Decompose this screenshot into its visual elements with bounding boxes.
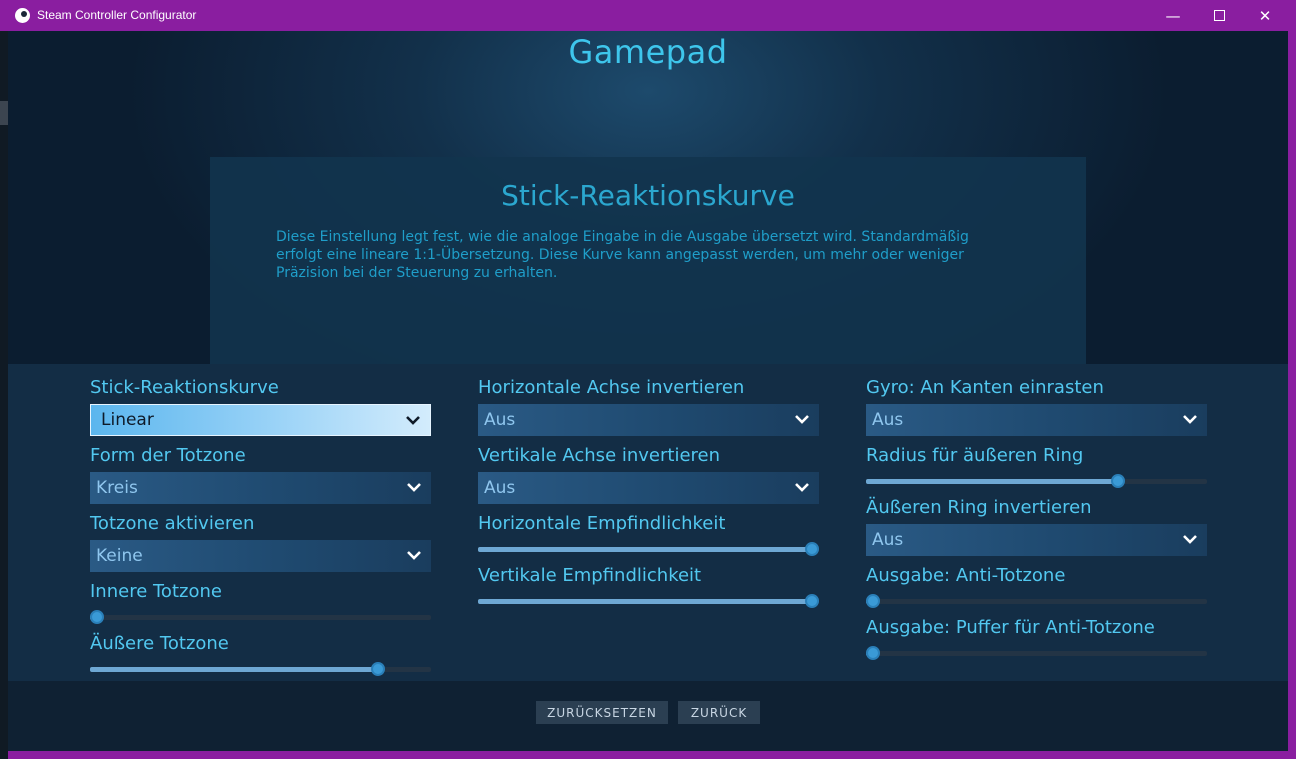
slider-fill bbox=[90, 667, 379, 672]
slider-fill bbox=[866, 479, 1119, 484]
slider-thumb[interactable] bbox=[866, 646, 880, 660]
steam-icon bbox=[15, 8, 30, 23]
gyro-snap-label: Gyro: An Kanten einrasten bbox=[866, 377, 1104, 398]
inner-deadzone-slider[interactable] bbox=[90, 610, 431, 624]
gyro-snap-value: Aus bbox=[872, 410, 904, 430]
reset-button[interactable]: ZURÜCKSETZEN bbox=[536, 701, 668, 724]
slider-thumb[interactable] bbox=[371, 662, 386, 676]
window-titlebar[interactable]: Steam Controller Configurator — ✕ bbox=[0, 0, 1296, 31]
outer-ring-radius-label: Radius für äußeren Ring bbox=[866, 445, 1084, 466]
close-button[interactable]: ✕ bbox=[1242, 0, 1288, 31]
slider-thumb[interactable] bbox=[866, 594, 880, 608]
anti-deadzone-slider[interactable] bbox=[866, 594, 1207, 608]
outer-ring-radius-slider[interactable] bbox=[866, 474, 1207, 488]
background-window-mark bbox=[0, 101, 8, 125]
inner-deadzone-label: Innere Totzone bbox=[90, 581, 222, 602]
deadzone-shape-label: Form der Totzone bbox=[90, 445, 246, 466]
response-curve-value: Linear bbox=[101, 410, 154, 430]
slider-thumb[interactable] bbox=[805, 594, 819, 608]
anti-deadzone-buffer-slider[interactable] bbox=[866, 646, 1207, 660]
chevron-down-icon bbox=[1183, 535, 1197, 544]
chevron-down-icon bbox=[795, 483, 809, 492]
info-panel: Stick-Reaktionskurve Diese Einstellung l… bbox=[210, 157, 1086, 364]
response-curve-label: Stick-Reaktionskurve bbox=[90, 377, 279, 398]
outer-deadzone-label: Äußere Totzone bbox=[90, 633, 229, 654]
background-window-corner bbox=[0, 751, 8, 759]
anti-deadzone-label: Ausgabe: Anti-Totzone bbox=[866, 565, 1066, 586]
response-curve-dropdown[interactable]: Linear bbox=[90, 404, 431, 436]
sensitivity-horizontal-label: Horizontale Empfindlichkeit bbox=[478, 513, 726, 534]
gyro-snap-dropdown[interactable]: Aus bbox=[866, 404, 1207, 436]
slider-track bbox=[866, 599, 1207, 604]
anti-deadzone-buffer-label: Ausgabe: Puffer für Anti-Totzone bbox=[866, 617, 1155, 638]
slider-track bbox=[90, 615, 431, 620]
minimize-button[interactable]: — bbox=[1150, 0, 1196, 31]
slider-track bbox=[866, 651, 1207, 656]
invert-horizontal-dropdown[interactable]: Aus bbox=[478, 404, 819, 436]
app-content: Gamepad Stick-Reaktionskurve Diese Einst… bbox=[8, 31, 1288, 751]
minimize-icon: — bbox=[1165, 6, 1181, 25]
back-button[interactable]: ZURÜCK bbox=[678, 701, 760, 724]
deadzone-enable-value: Keine bbox=[96, 546, 143, 566]
slider-fill bbox=[478, 599, 812, 604]
invert-vertical-dropdown[interactable]: Aus bbox=[478, 472, 819, 504]
invert-outer-ring-label: Äußeren Ring invertieren bbox=[866, 497, 1092, 518]
invert-horizontal-value: Aus bbox=[484, 410, 516, 430]
window-title: Steam Controller Configurator bbox=[37, 8, 197, 22]
deadzone-enable-label: Totzone aktivieren bbox=[90, 513, 255, 534]
sensitivity-horizontal-slider[interactable] bbox=[478, 542, 819, 556]
window-border-right bbox=[1288, 31, 1296, 759]
maximize-button[interactable] bbox=[1196, 0, 1242, 31]
background-window-edge bbox=[0, 31, 8, 759]
close-icon: ✕ bbox=[1258, 6, 1272, 25]
sensitivity-vertical-slider[interactable] bbox=[478, 594, 819, 608]
settings-panel: Stick-Reaktionskurve Linear Form der Tot… bbox=[8, 364, 1288, 681]
deadzone-shape-value: Kreis bbox=[96, 478, 138, 498]
chevron-down-icon bbox=[407, 483, 421, 492]
chevron-down-icon bbox=[407, 551, 421, 560]
invert-outer-ring-dropdown[interactable]: Aus bbox=[866, 524, 1207, 556]
invert-outer-ring-value: Aus bbox=[872, 530, 904, 550]
footer-bar: ZURÜCKSETZEN ZURÜCK bbox=[8, 681, 1288, 751]
info-title: Stick-Reaktionskurve bbox=[501, 179, 795, 212]
deadzone-shape-dropdown[interactable]: Kreis bbox=[90, 472, 431, 504]
maximize-icon bbox=[1213, 10, 1225, 21]
deadzone-enable-dropdown[interactable]: Keine bbox=[90, 540, 431, 572]
chevron-down-icon bbox=[1183, 415, 1197, 424]
invert-vertical-value: Aus bbox=[484, 478, 516, 498]
outer-deadzone-slider[interactable] bbox=[90, 662, 431, 676]
sensitivity-vertical-label: Vertikale Empfindlichkeit bbox=[478, 565, 702, 586]
slider-thumb[interactable] bbox=[1111, 474, 1126, 488]
window-border-bottom bbox=[0, 751, 1296, 759]
page-title: Gamepad bbox=[568, 33, 728, 71]
chevron-down-icon bbox=[795, 415, 809, 424]
invert-horizontal-label: Horizontale Achse invertieren bbox=[478, 377, 745, 398]
slider-thumb[interactable] bbox=[90, 610, 104, 624]
slider-fill bbox=[478, 547, 812, 552]
chevron-down-icon bbox=[406, 416, 420, 425]
info-description: Diese Einstellung legt fest, wie die ana… bbox=[276, 229, 969, 281]
slider-thumb[interactable] bbox=[805, 542, 819, 556]
invert-vertical-label: Vertikale Achse invertieren bbox=[478, 445, 721, 466]
